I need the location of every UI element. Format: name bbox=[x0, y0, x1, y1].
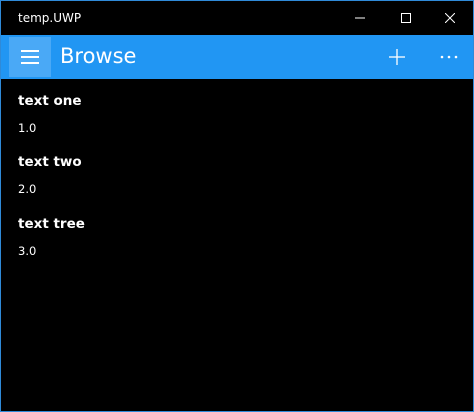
list-item[interactable]: text tree 3.0 bbox=[18, 216, 458, 272]
more-button[interactable] bbox=[429, 37, 469, 77]
hamburger-menu-icon bbox=[21, 50, 39, 64]
window-title: temp.UWP bbox=[18, 11, 82, 25]
app-window: temp.UWP Browse text one 1.0 text two 2.… bbox=[0, 0, 474, 412]
hamburger-menu-button[interactable] bbox=[9, 37, 51, 77]
more-ellipsis-icon bbox=[440, 55, 458, 59]
maximize-icon bbox=[401, 13, 411, 23]
maximize-button[interactable] bbox=[383, 1, 429, 35]
close-button[interactable] bbox=[427, 1, 473, 35]
minimize-button[interactable] bbox=[337, 1, 383, 35]
add-button[interactable] bbox=[377, 37, 417, 77]
page-title: Browse bbox=[60, 44, 137, 68]
item-text: text one bbox=[18, 93, 82, 109]
list-item[interactable]: text two 2.0 bbox=[18, 154, 458, 210]
close-icon bbox=[445, 13, 455, 23]
item-text: text tree bbox=[18, 216, 85, 232]
item-text: text two bbox=[18, 154, 82, 170]
app-bar: Browse bbox=[1, 35, 473, 79]
window-titlebar[interactable]: temp.UWP bbox=[1, 1, 473, 35]
item-value: 1.0 bbox=[18, 121, 37, 135]
item-value: 2.0 bbox=[18, 182, 37, 196]
list-item[interactable]: text one 1.0 bbox=[18, 93, 458, 149]
minimize-icon bbox=[355, 17, 365, 19]
plus-icon bbox=[389, 49, 405, 65]
item-value: 3.0 bbox=[18, 244, 37, 258]
